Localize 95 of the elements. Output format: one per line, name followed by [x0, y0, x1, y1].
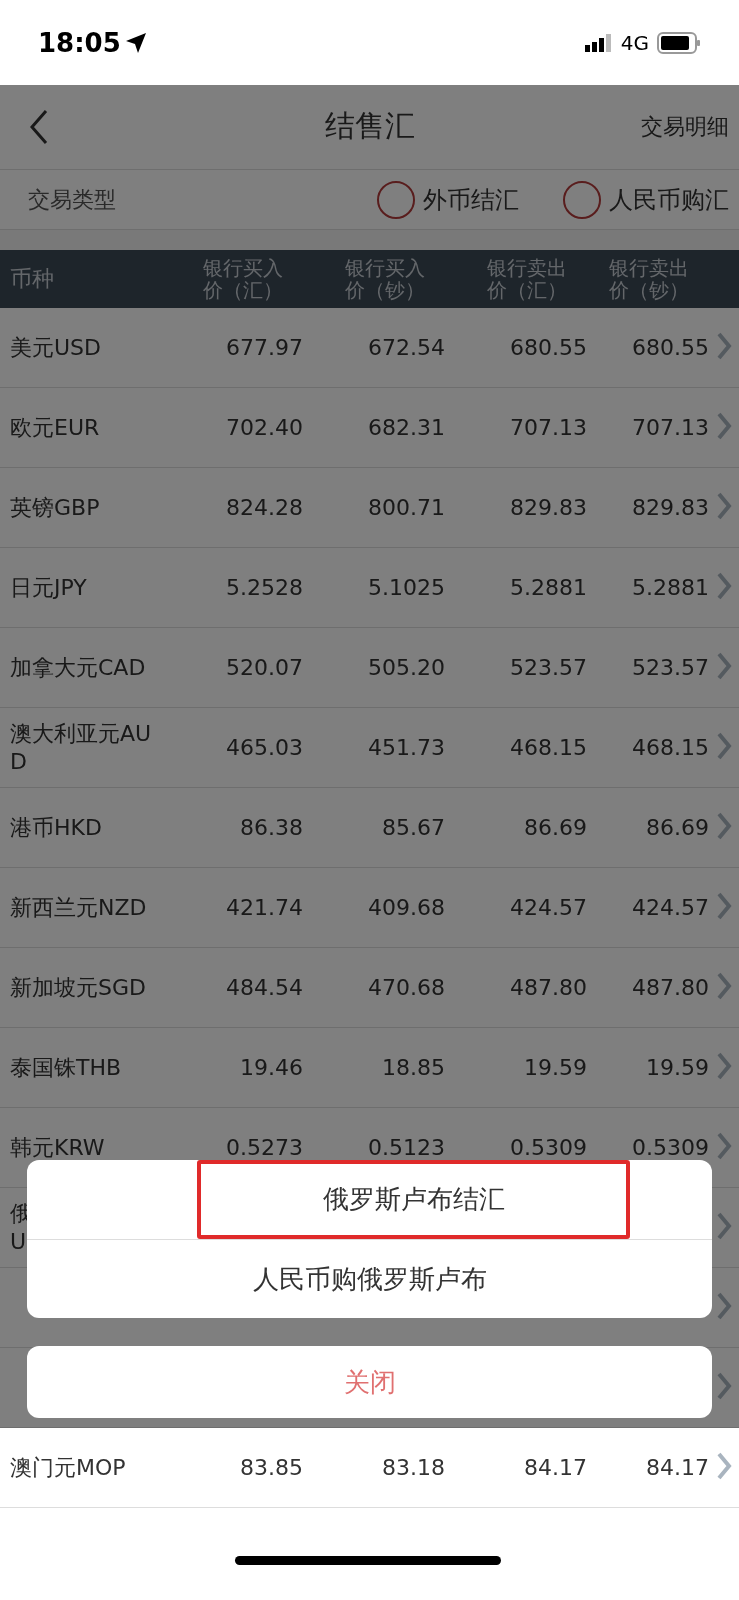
currency-name: 美元USD — [9, 333, 102, 362]
rate-cell: 824.28 — [226, 495, 303, 520]
rate-cell: 523.57 — [632, 655, 709, 680]
rate-cell: 484.54 — [226, 975, 303, 1000]
rate-cell: 0.5309 — [632, 1135, 709, 1160]
column-header: 银行卖出价（汇） — [487, 257, 568, 301]
rate-cell: 707.13 — [632, 415, 709, 440]
rate-cell: 0.5123 — [368, 1135, 445, 1160]
rate-cell: 505.20 — [368, 655, 445, 680]
rate-cell: 487.80 — [632, 975, 709, 1000]
currency-name: 日元JPY — [9, 573, 88, 602]
rate-cell: 680.55 — [510, 335, 587, 360]
page-title: 结售汇 — [324, 107, 415, 145]
rate-cell: 5.2528 — [226, 575, 303, 600]
rate-cell: 19.59 — [646, 1055, 709, 1080]
currency-name: 新西兰元NZD — [9, 893, 148, 922]
currency-name: 澳门元MOP — [9, 1453, 127, 1482]
currency-name: 澳大利亚元AUD — [9, 719, 152, 776]
chevron-right-icon — [716, 1050, 732, 1081]
chevron-right-icon — [716, 1130, 732, 1161]
chevron-right-icon — [716, 570, 732, 601]
rate-cell: 829.83 — [632, 495, 709, 520]
rate-cell: 470.68 — [368, 975, 445, 1000]
currency-name: 韩元KRW — [9, 1133, 106, 1162]
rate-cell: 702.40 — [226, 415, 303, 440]
rate-cell: 468.15 — [510, 735, 587, 760]
rate-cell: 83.85 — [240, 1455, 303, 1480]
rate-cell: 829.83 — [510, 495, 587, 520]
chevron-right-icon — [716, 1450, 732, 1481]
column-header: 银行买入价（汇） — [203, 257, 284, 301]
back-button[interactable] — [28, 108, 50, 146]
rate-cell: 520.07 — [226, 655, 303, 680]
sheet-option[interactable]: 人民币购俄罗斯卢布 — [27, 1239, 712, 1318]
chevron-left-icon — [28, 108, 50, 146]
rate-cell: 682.31 — [368, 415, 445, 440]
chevron-right-icon — [716, 650, 732, 681]
chevron-right-icon — [716, 890, 732, 921]
rate-cell: 0.5273 — [226, 1135, 303, 1160]
rate-cell: 465.03 — [226, 735, 303, 760]
rate-cell: 800.71 — [368, 495, 445, 520]
battery-icon — [657, 31, 701, 54]
chevron-right-icon — [716, 330, 732, 361]
currency-name: 加拿大元CAD — [9, 653, 147, 682]
rate-cell: 424.57 — [632, 895, 709, 920]
rate-cell: 523.57 — [510, 655, 587, 680]
network-label: 4G — [620, 30, 649, 55]
currency-name: 欧元EUR — [9, 413, 101, 442]
rate-cell: 86.69 — [524, 815, 587, 840]
sheet-option[interactable]: 俄罗斯卢布结汇 — [197, 1160, 630, 1239]
close-button[interactable]: 关闭 — [27, 1346, 712, 1418]
column-header: 银行买入价（钞） — [345, 257, 426, 301]
rate-cell: 19.46 — [240, 1055, 303, 1080]
rate-cell: 680.55 — [632, 335, 709, 360]
rate-cell: 0.5309 — [510, 1135, 587, 1160]
signal-icon — [584, 33, 613, 52]
rate-cell: 424.57 — [510, 895, 587, 920]
radio-option[interactable]: 人民币购汇 — [563, 180, 729, 219]
chevron-right-icon — [716, 1210, 732, 1241]
currency-name: 新加坡元SGD — [9, 973, 147, 1002]
clock-time: 18:05 — [38, 27, 121, 58]
chevron-right-icon — [716, 730, 732, 761]
chevron-right-icon — [716, 1290, 732, 1321]
rate-cell: 672.54 — [368, 335, 445, 360]
rate-cell: 18.85 — [382, 1055, 445, 1080]
rate-cell: 677.97 — [226, 335, 303, 360]
rate-cell: 409.68 — [368, 895, 445, 920]
currency-name: 港币HKD — [9, 813, 103, 842]
rate-cell: 85.67 — [382, 815, 445, 840]
rate-cell: 83.18 — [382, 1455, 445, 1480]
rate-cell: 468.15 — [632, 735, 709, 760]
location-arrow-icon — [124, 31, 147, 54]
rate-cell: 84.17 — [646, 1455, 709, 1480]
transaction-details-link[interactable]: 交易明细 — [641, 112, 729, 142]
rate-cell: 5.1025 — [368, 575, 445, 600]
rate-cell: 487.80 — [510, 975, 587, 1000]
field-label: 交易类型 — [28, 185, 117, 214]
chevron-right-icon — [716, 410, 732, 441]
currency-name: 英镑GBP — [9, 493, 101, 522]
column-header: 银行卖出价（钞） — [609, 257, 690, 301]
column-header: 币种 — [9, 268, 55, 290]
chevron-right-icon — [716, 1370, 732, 1401]
rate-cell: 86.69 — [646, 815, 709, 840]
rate-cell: 86.38 — [240, 815, 303, 840]
rate-cell: 421.74 — [226, 895, 303, 920]
rate-cell: 84.17 — [524, 1455, 587, 1480]
radio-option[interactable]: 外币结汇 — [377, 180, 519, 219]
chevron-right-icon — [716, 810, 732, 841]
rate-cell: 707.13 — [510, 415, 587, 440]
rate-cell: 5.2881 — [510, 575, 587, 600]
chevron-right-icon — [716, 970, 732, 1001]
rate-cell: 451.73 — [368, 735, 445, 760]
rate-cell: 19.59 — [524, 1055, 587, 1080]
rate-cell: 5.2881 — [632, 575, 709, 600]
currency-name: 泰国铢THB — [9, 1053, 123, 1082]
chevron-right-icon — [716, 490, 732, 521]
